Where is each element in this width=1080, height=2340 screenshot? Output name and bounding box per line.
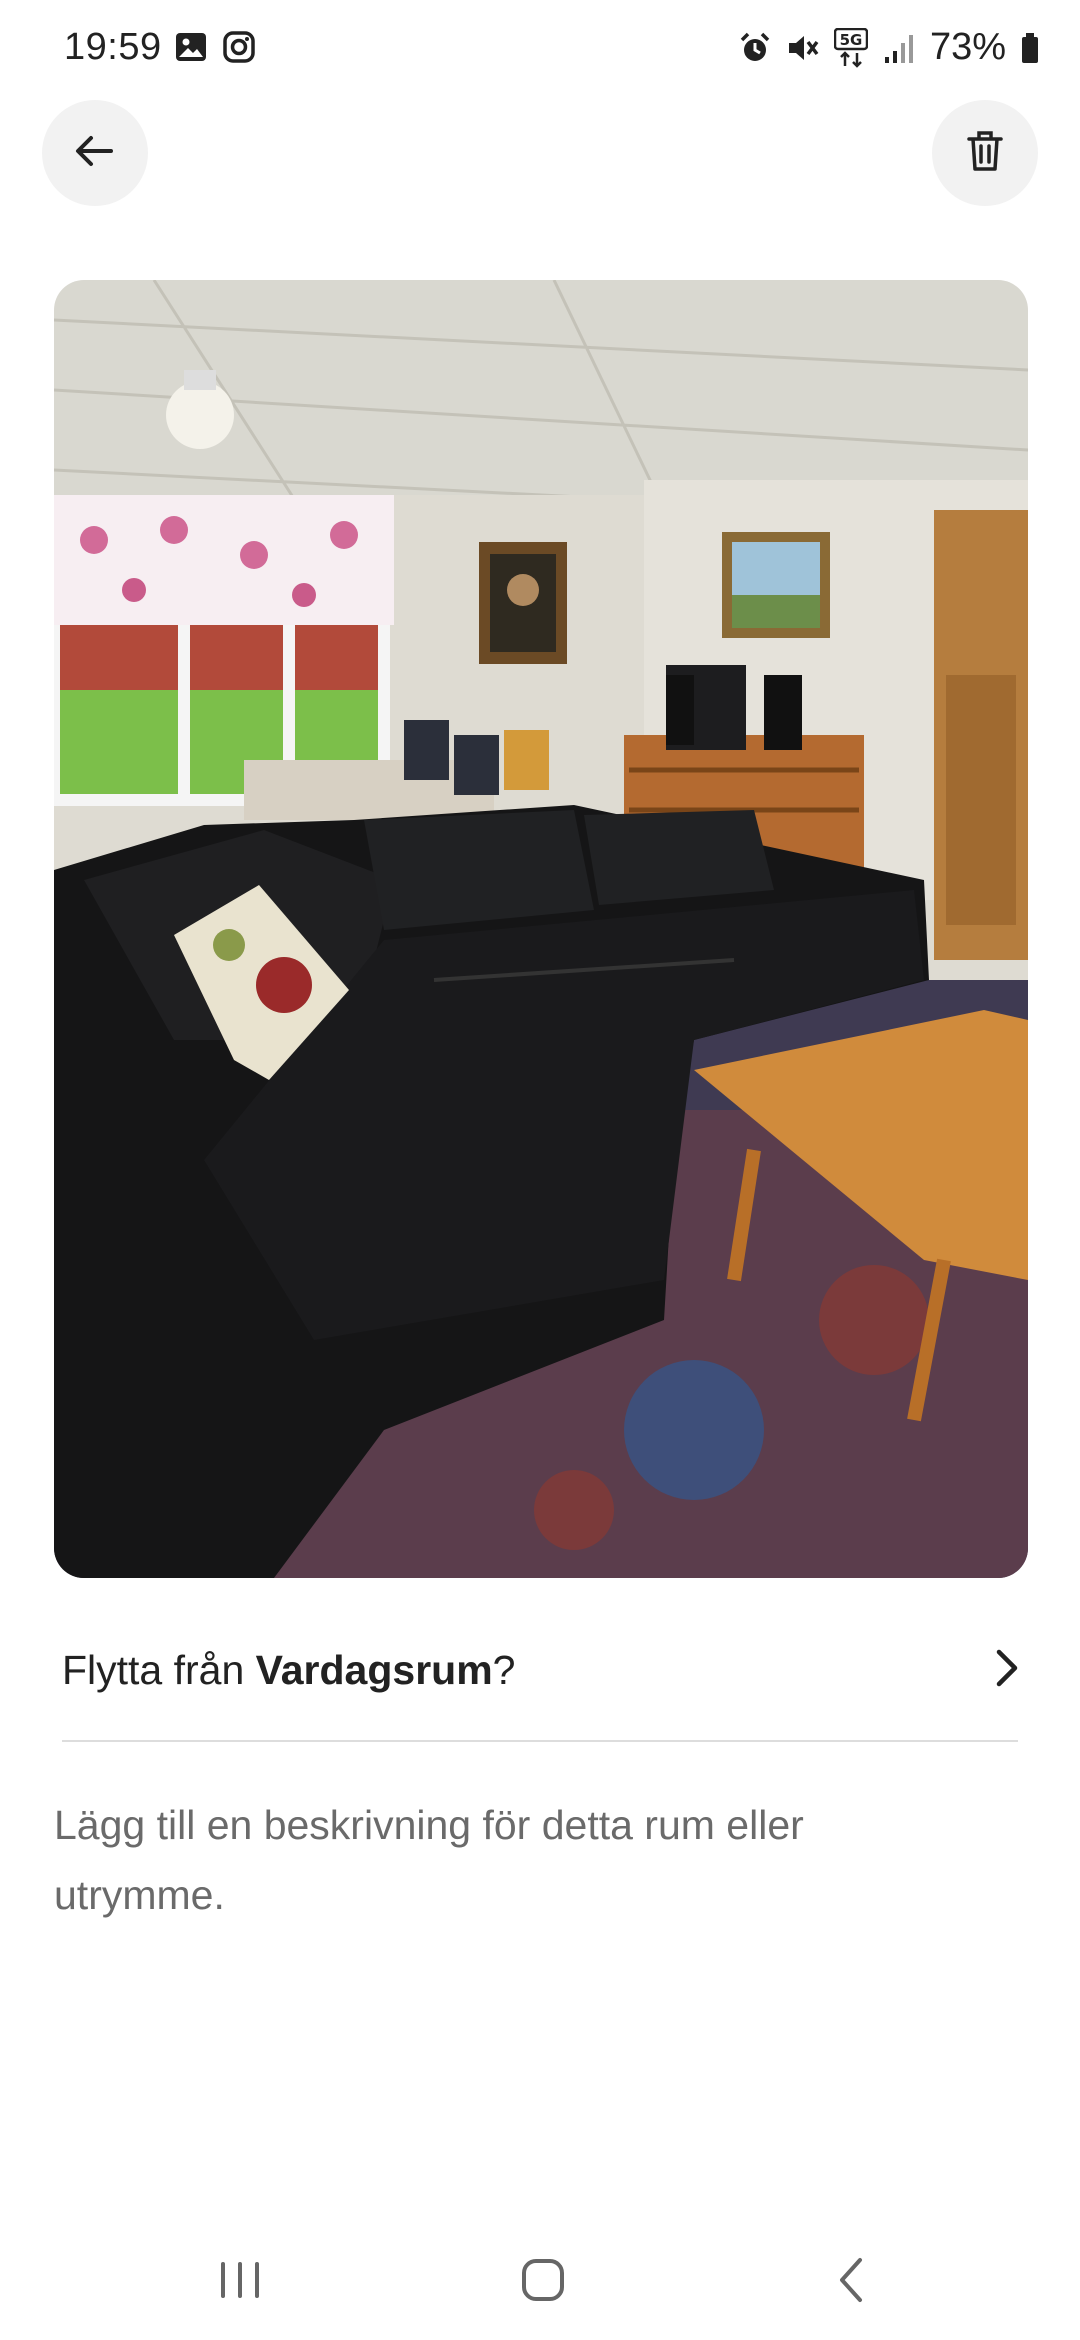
5g-icon: 5G: [833, 27, 868, 68]
gallery-icon: [174, 30, 208, 64]
trash-icon: [965, 129, 1005, 178]
back-icon[interactable]: [828, 2250, 878, 2315]
alarm-icon: [738, 31, 772, 65]
move-suffix: ?: [492, 1646, 516, 1693]
move-prefix: Flytta från: [62, 1646, 256, 1693]
divider: [62, 1740, 1018, 1742]
back-button[interactable]: [42, 100, 148, 206]
svg-text:5G: 5G: [840, 31, 863, 49]
status-bar: 19:59 5G 73%: [0, 0, 1080, 100]
arrow-left-icon: [73, 129, 117, 178]
room-photo[interactable]: [54, 280, 1028, 1578]
mute-icon: [786, 31, 820, 65]
status-right: 5G 73%: [738, 26, 1040, 69]
move-room-text: Flytta från Vardagsrum?: [62, 1647, 515, 1694]
chevron-right-icon: [992, 1648, 1022, 1693]
description-input[interactable]: Lägg till en beskrivning för detta rum e…: [54, 1790, 954, 1930]
home-icon[interactable]: [518, 2250, 568, 2315]
status-left-icons: [174, 30, 256, 64]
status-time: 19:59: [64, 26, 162, 68]
move-room-row[interactable]: Flytta från Vardagsrum?: [62, 1620, 1022, 1720]
signal-icon: [882, 31, 916, 65]
delete-button[interactable]: [932, 100, 1038, 206]
screen: 19:59 5G 73% Flytta från Vardagsrum? Läg…: [0, 0, 1080, 2340]
battery-icon: [1020, 31, 1040, 65]
navigation-bar: [0, 2230, 1080, 2340]
move-room-name: Vardagsrum: [255, 1646, 493, 1693]
instagram-icon: [222, 30, 256, 64]
recents-icon[interactable]: [215, 2250, 265, 2315]
battery-percent: 73%: [929, 26, 1006, 68]
